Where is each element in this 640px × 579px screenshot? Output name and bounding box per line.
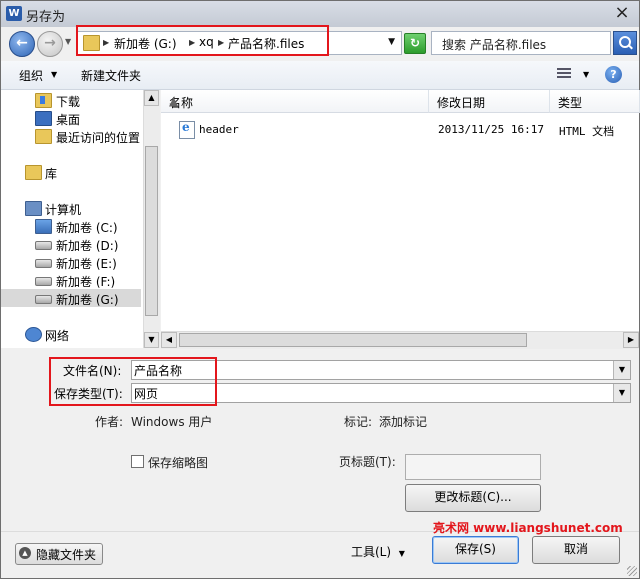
organize-menu[interactable]: 组织	[19, 67, 43, 84]
page-title-label: 页标题(T):	[339, 455, 396, 469]
page-title-field[interactable]	[405, 454, 541, 480]
computer-icon	[25, 201, 42, 216]
annotation-highlight-filename	[49, 357, 217, 406]
refresh-button[interactable]: ↻	[404, 33, 426, 54]
search-placeholder: 搜索 产品名称.files	[442, 38, 547, 52]
drive-icon	[35, 295, 52, 304]
filename-dropdown-icon[interactable]: ▼	[613, 361, 630, 379]
forward-button[interactable]: →	[37, 31, 63, 57]
nav-item-drive-e[interactable]: 新加卷 (E:)	[1, 253, 141, 271]
nav-vertical-scrollbar[interactable]: ▲ ▼	[143, 90, 160, 348]
author-label: 作者:	[95, 415, 124, 429]
nav-item-recent[interactable]: 最近访问的位置	[1, 127, 141, 145]
recent-pages-dropdown[interactable]: ▼	[65, 37, 71, 46]
command-toolbar: 组织 ▼ 新建文件夹 ▼ ?	[1, 61, 639, 90]
file-list: 名称 ▲ 修改日期 类型 header 2013/11/25 16:17 HTM…	[161, 90, 640, 349]
nav-item-drive-g[interactable]: 新加卷 (G:)	[1, 289, 141, 307]
new-folder-button[interactable]: 新建文件夹	[81, 67, 141, 84]
file-list-horizontal-scrollbar[interactable]: ◀ ▶	[161, 331, 639, 349]
scroll-thumb[interactable]	[179, 333, 527, 347]
nav-item-drive-c[interactable]: 新加卷 (C:)	[1, 217, 141, 235]
annotation-highlight-path	[76, 25, 329, 56]
chevron-up-icon: ▲	[19, 547, 31, 559]
back-button[interactable]: ←	[9, 31, 35, 57]
network-icon	[25, 327, 42, 342]
sort-ascending-icon: ▲	[169, 94, 179, 108]
nav-item-desktop[interactable]: 桌面	[1, 109, 141, 127]
author-value[interactable]: Windows 用户	[131, 413, 212, 430]
column-header-type[interactable]: 类型	[550, 90, 640, 113]
scroll-up-arrow-icon[interactable]: ▲	[144, 90, 159, 106]
nav-item-drive-f[interactable]: 新加卷 (F:)	[1, 271, 141, 289]
file-type: HTML 文档	[559, 125, 615, 138]
nav-item-library[interactable]: 库	[1, 163, 141, 181]
watermark-text: 亮术网 www.liangshunet.com	[433, 521, 623, 535]
drive-icon	[35, 259, 52, 268]
html-file-icon	[179, 120, 195, 139]
address-dropdown-icon[interactable]: ▼	[388, 37, 395, 47]
word-app-icon: W	[6, 6, 22, 21]
column-header-modified[interactable]: 修改日期	[429, 90, 550, 113]
scroll-left-arrow-icon[interactable]: ◀	[161, 332, 177, 348]
save-as-dialog: W 另存为 × ← → ▼ ▶ 新加卷 (G:) ▶ xq ▶ 产品名称.fil…	[0, 0, 640, 579]
nav-item-downloads[interactable]: 下载	[1, 91, 141, 109]
help-icon[interactable]: ?	[605, 66, 622, 83]
save-thumbnail-checkbox[interactable]	[131, 455, 144, 468]
close-button[interactable]: ×	[609, 4, 635, 23]
view-dropdown-icon[interactable]: ▼	[583, 70, 589, 79]
cancel-button[interactable]: 取消	[532, 536, 620, 564]
resize-grip-icon[interactable]	[627, 566, 637, 576]
file-name: header	[199, 123, 239, 136]
nav-item-computer[interactable]: 计算机	[1, 199, 141, 217]
nav-item-drive-d[interactable]: 新加卷 (D:)	[1, 235, 141, 253]
column-header-name[interactable]: 名称 ▲	[161, 90, 429, 113]
title-bar[interactable]: W 另存为 ×	[1, 1, 639, 27]
drive-icon	[35, 241, 52, 250]
scroll-thumb[interactable]	[145, 146, 158, 316]
search-button[interactable]	[613, 31, 637, 55]
tools-dropdown-icon[interactable]: ▼	[399, 549, 405, 558]
scroll-right-arrow-icon[interactable]: ▶	[623, 332, 639, 348]
change-title-button[interactable]: 更改标题(C)...	[405, 484, 541, 512]
tools-menu[interactable]: 工具(L) ▼	[351, 543, 405, 560]
download-folder-icon	[35, 93, 52, 108]
drive-icon	[35, 277, 52, 286]
window-title: 另存为	[26, 10, 66, 25]
recent-places-icon	[35, 129, 52, 144]
desktop-icon	[35, 111, 52, 126]
system-drive-icon	[35, 219, 52, 234]
filetype-dropdown-icon[interactable]: ▼	[613, 384, 630, 402]
table-row[interactable]: header 2013/11/25 16:17 HTML 文档	[161, 120, 639, 140]
view-options-icon[interactable]	[557, 68, 571, 80]
save-thumbnail-label[interactable]: 保存缩略图	[148, 454, 208, 471]
file-modified: 2013/11/25 16:17	[438, 123, 544, 136]
library-icon	[25, 165, 42, 180]
search-input[interactable]: 搜索 产品名称.files	[431, 31, 611, 55]
scroll-down-arrow-icon[interactable]: ▼	[144, 332, 159, 348]
organize-dropdown-icon[interactable]: ▼	[51, 70, 57, 79]
tags-value[interactable]: 添加标记	[379, 413, 427, 430]
save-button[interactable]: 保存(S)	[432, 536, 519, 564]
navigation-pane: 下载 桌面 最近访问的位置 库 计算机 新加卷 (C:) 新加卷 (D:) 新加…	[1, 90, 160, 348]
nav-item-network[interactable]: 网络	[1, 325, 141, 343]
hide-folders-button[interactable]: ▲ 隐藏文件夹	[15, 543, 103, 565]
tags-label: 标记:	[344, 415, 373, 429]
